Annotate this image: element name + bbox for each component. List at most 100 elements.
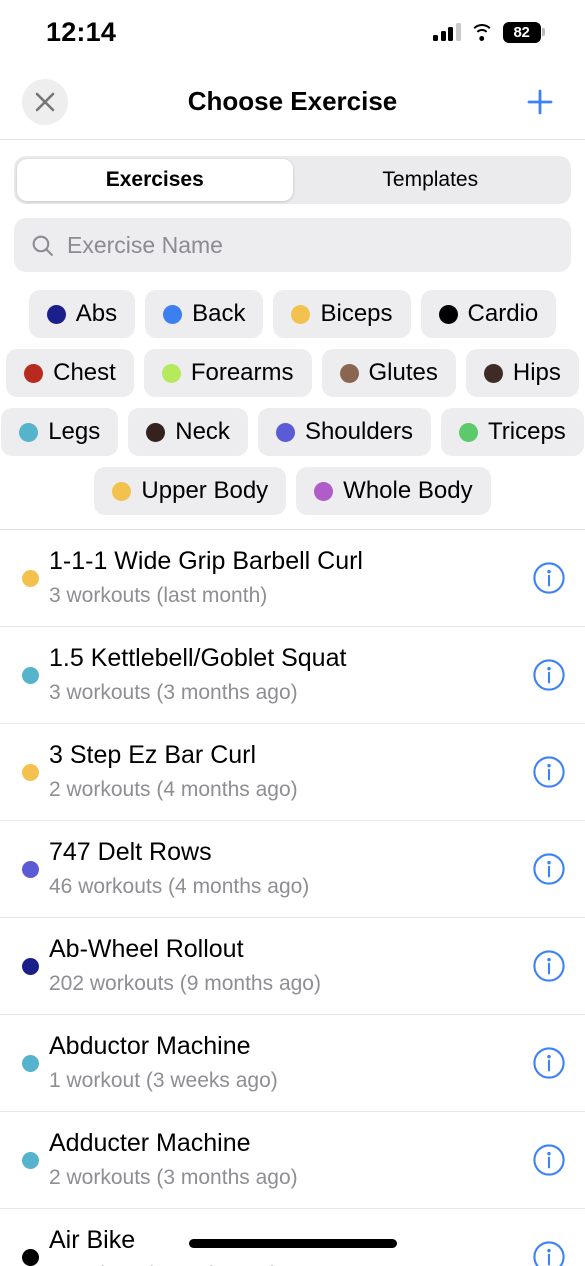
add-exercise-button[interactable] [517, 79, 563, 125]
filter-chip-shoulders[interactable]: Shoulders [257, 408, 432, 456]
exercise-info-button[interactable] [531, 1239, 567, 1266]
tab-templates[interactable]: Templates [293, 159, 569, 201]
filter-chip-whole-body[interactable]: Whole Body [296, 467, 491, 515]
status-time: 12:14 [46, 16, 117, 47]
cellular-signal-icon [433, 23, 461, 41]
exercise-info-button[interactable] [531, 1045, 567, 1081]
filter-chip-label: Shoulders [304, 418, 414, 445]
exercise-list: 1-1-1 Wide Grip Barbell Curl 3 workouts (… [0, 529, 585, 1266]
muscle-color-dot-icon [339, 363, 359, 383]
filter-chip-forearms[interactable]: Forearms [143, 349, 312, 397]
exercise-text-block: 1-1-1 Wide Grip Barbell Curl 3 workouts (… [49, 547, 531, 608]
muscle-color-dot-icon [112, 481, 132, 501]
close-button[interactable] [22, 78, 68, 125]
exercise-workout-count: 1 workout (3 weeks ago) [49, 1068, 278, 1092]
status-indicators: 82 [433, 21, 545, 43]
filter-chip-hips[interactable]: Hips [465, 349, 579, 397]
exercise-info-button[interactable] [531, 560, 567, 596]
muscle-color-dot-icon [146, 422, 166, 442]
muscle-color-dot-icon [19, 422, 39, 442]
filter-chip-row: Chest Forearms Glutes Hips [6, 349, 579, 397]
home-indicator [188, 1239, 397, 1248]
filter-chip-label: Back [192, 300, 246, 327]
filter-chip-label: Neck [175, 418, 230, 445]
filter-chip-glutes[interactable]: Glutes [321, 349, 456, 397]
tab-exercises[interactable]: Exercises [17, 159, 293, 201]
filter-chip-label: Glutes [368, 359, 438, 386]
wifi-icon [469, 23, 494, 41]
search-icon [32, 235, 53, 256]
battery-level-label: 82 [502, 21, 541, 43]
exercise-name: 747 Delt Rows [49, 838, 212, 867]
filter-chip-neck[interactable]: Neck [128, 408, 248, 456]
filter-chip-label: Hips [512, 359, 561, 386]
close-x-icon [35, 92, 55, 111]
exercise-workout-count: 46 workouts (4 months ago) [49, 874, 310, 898]
segmented-control: Exercises Templates [14, 156, 571, 204]
exercise-list-item[interactable]: 1-1-1 Wide Grip Barbell Curl 3 workouts (… [0, 530, 585, 627]
exercise-info-button[interactable] [531, 754, 567, 790]
exercise-info-button[interactable] [531, 657, 567, 693]
muscle-color-dot-icon [22, 1054, 39, 1072]
filter-chip-label: Forearms [190, 359, 294, 386]
filter-chip-upper-body[interactable]: Upper Body [94, 467, 287, 515]
filter-chip-back[interactable]: Back [145, 290, 264, 338]
info-circle-icon [533, 562, 565, 594]
muscle-color-dot-icon [483, 363, 503, 383]
muscle-color-dot-icon [438, 304, 458, 324]
plus-icon [527, 89, 553, 114]
filter-chip-abs[interactable]: Abs [28, 290, 136, 338]
exercise-workout-count: 2 workouts (4 months ago) [49, 777, 298, 801]
muscle-color-dot-icon [459, 422, 479, 442]
filter-chip-label: Abs [75, 300, 118, 327]
exercise-text-block: 3 Step Ez Bar Curl 2 workouts (4 months a… [49, 741, 531, 802]
muscle-color-dot-icon [291, 304, 311, 324]
exercise-list-item[interactable]: Air Bike1 workout (2 weeks ago) [0, 1209, 585, 1266]
info-circle-icon [533, 659, 565, 691]
exercise-list-item[interactable]: 3 Step Ez Bar Curl 2 workouts (4 months a… [0, 724, 585, 821]
search-input[interactable] [67, 231, 555, 259]
muscle-color-dot-icon [22, 860, 39, 878]
muscle-color-dot-icon [22, 1151, 39, 1169]
filter-chip-label: Whole Body [343, 477, 473, 504]
exercise-list-item[interactable]: 1.5 Kettlebell/Goblet Squat 3 workouts (3… [0, 627, 585, 724]
filter-chip-label: Cardio [467, 300, 539, 327]
exercise-list-item[interactable]: Ab-Wheel Rollout 202 workouts (9 months a… [0, 918, 585, 1015]
exercise-info-button[interactable] [531, 851, 567, 887]
info-circle-icon [533, 1241, 565, 1266]
search-bar[interactable] [14, 218, 571, 272]
exercise-name: Abductor Machine [49, 1032, 251, 1061]
filter-chip-cardio[interactable]: Cardio [420, 290, 557, 338]
exercise-list-item[interactable]: Abductor Machine 1 workout (3 weeks ago) [0, 1015, 585, 1112]
search-container [0, 204, 585, 272]
battery-icon: 82 [502, 21, 545, 43]
filter-chip-chest[interactable]: Chest [6, 349, 134, 397]
exercise-list-item[interactable]: Adducter Machine 2 workouts (3 months ago… [0, 1112, 585, 1209]
exercise-text-block: Adducter Machine 2 workouts (3 months ago… [49, 1129, 531, 1190]
exercise-text-block: 1.5 Kettlebell/Goblet Squat 3 workouts (3… [49, 644, 531, 705]
info-circle-icon [533, 1047, 565, 1079]
filter-chip-biceps[interactable]: Biceps [273, 290, 411, 338]
exercise-name: 1.5 Kettlebell/Goblet Squat [49, 644, 347, 673]
navigation-bar: Choose Exercise [0, 64, 585, 140]
filter-chip-triceps[interactable]: Triceps [441, 408, 584, 456]
exercise-text-block: Abductor Machine 1 workout (3 weeks ago) [49, 1032, 531, 1093]
status-bar: 12:14 82 [0, 0, 585, 64]
exercise-name: Adducter Machine [49, 1129, 251, 1158]
filter-chip-label: Biceps [320, 300, 393, 327]
muscle-color-dot-icon [22, 763, 39, 781]
filter-chip-legs[interactable]: Legs [1, 408, 119, 456]
tab-bar-container: Exercises Templates [0, 140, 585, 204]
muscle-color-dot-icon [314, 481, 334, 501]
page-title: Choose Exercise [187, 86, 398, 116]
muscle-color-dot-icon [161, 363, 181, 383]
exercise-list-item[interactable]: 747 Delt Rows 46 workouts (4 months ago) [0, 821, 585, 918]
exercise-name: Ab-Wheel Rollout [49, 935, 244, 964]
filter-chip-label: Chest [53, 359, 116, 386]
exercise-info-button[interactable] [531, 1142, 567, 1178]
filter-chip-row: Upper Body Whole Body [14, 467, 571, 515]
muscle-color-dot-icon [163, 304, 183, 324]
exercise-info-button[interactable] [531, 948, 567, 984]
exercise-workout-count: 202 workouts (9 months ago) [49, 971, 321, 995]
muscle-color-dot-icon [46, 304, 66, 324]
